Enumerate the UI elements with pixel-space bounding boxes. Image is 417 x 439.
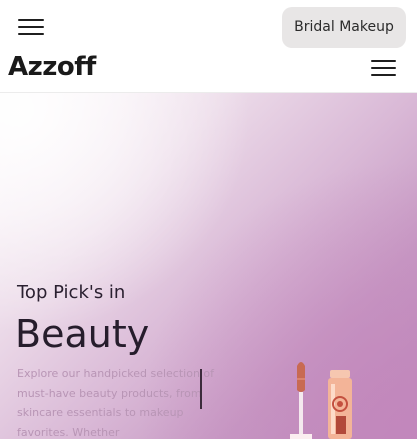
top-bar: Bridal Makeup <box>0 0 417 54</box>
hamburger-line <box>18 26 44 28</box>
lip-gloss-icon <box>290 362 352 439</box>
hamburger-menu-icon[interactable] <box>18 17 44 37</box>
hamburger-line <box>371 67 396 69</box>
nav-hamburger-menu-icon[interactable] <box>371 59 396 77</box>
hamburger-line <box>18 33 44 35</box>
hamburger-line <box>371 60 396 62</box>
hero-kicker: Top Pick's in <box>17 282 126 303</box>
text-caret <box>200 369 202 409</box>
hero-description: Explore our handpicked selection of must… <box>17 367 215 439</box>
page: Bridal Makeup Azzoff Top Pick's in Beaut… <box>0 0 417 439</box>
hero-title: Beauty <box>15 312 150 356</box>
site-logo[interactable]: Azzoff <box>8 52 96 82</box>
nav-bar: Azzoff <box>0 52 417 93</box>
hero-banner: Top Pick's in Beauty Explore our handpic… <box>0 93 417 439</box>
hamburger-line <box>371 74 396 76</box>
hamburger-line <box>18 19 44 21</box>
bridal-makeup-button[interactable]: Bridal Makeup <box>282 7 406 48</box>
